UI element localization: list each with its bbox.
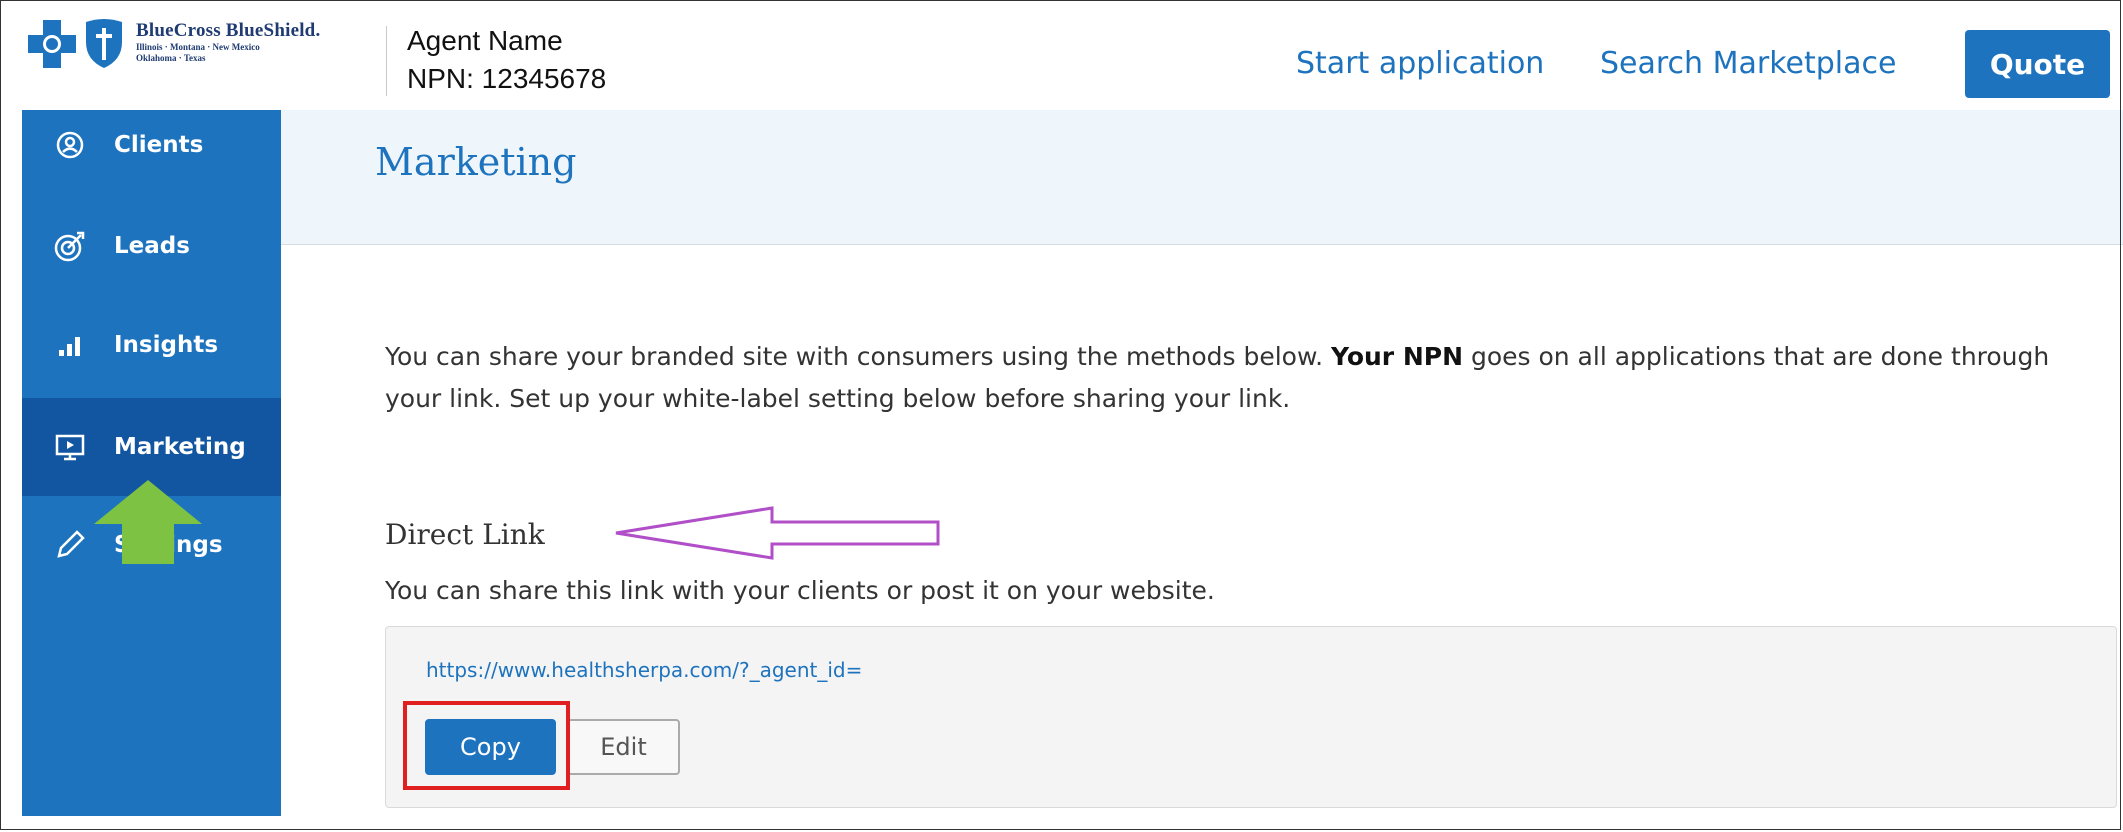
user-circle-icon [52,127,88,163]
blue-cross-icon [26,18,78,70]
top-header: BlueCross BlueShield. Illinois · Montana… [0,0,2123,110]
sidebar-item-insights[interactable]: Insights [22,296,281,394]
target-icon [52,228,88,264]
logo-subtitle-1: Illinois · Montana · New Mexico [136,42,260,52]
agent-name: Agent Name [407,25,563,56]
sidebar-item-clients[interactable]: Clients [22,96,281,194]
sidebar-item-label: Clients [114,132,204,158]
search-marketplace-link[interactable]: Search Marketplace [1600,46,1896,81]
green-arrow-annotation [94,480,202,564]
direct-link-subtitle: You can share this link with your client… [385,576,1215,605]
blue-shield-icon [86,19,122,68]
page-title: Marketing [375,140,577,184]
bar-chart-icon [52,327,88,363]
purple-arrow-annotation [615,506,940,560]
sidebar: Clients Leads Insights Marketing Setting… [22,110,281,816]
pencil-icon [52,527,88,563]
red-highlight-annotation [403,701,570,790]
sidebar-item-leads[interactable]: Leads [22,197,281,295]
intro-part-1: You can share your branded site with con… [385,342,1332,371]
direct-link-title: Direct Link [385,518,545,551]
sidebar-item-label: Leads [114,233,190,259]
quote-button[interactable]: Quote [1965,30,2110,98]
agent-npn: NPN: 12345678 [407,63,607,94]
header-divider [386,26,387,96]
intro-bold: Your NPN [1331,342,1463,371]
start-application-link[interactable]: Start application [1296,46,1544,81]
direct-link-box [385,626,2117,808]
sidebar-item-label: Marketing [114,434,246,460]
sidebar-item-label: Insights [114,332,219,358]
intro-text: You can share your branded site with con… [385,336,2095,420]
logo-title: BlueCross BlueShield. [136,20,321,41]
edit-button[interactable]: Edit [567,719,680,775]
agent-info: Agent Name NPN: 12345678 [407,22,606,98]
monitor-icon [52,429,88,465]
direct-link-url[interactable]: https://www.healthsherpa.com/?_agent_id= [426,658,862,682]
logo-subtitle-2: Oklahoma · Texas [136,53,206,63]
bcbs-logo[interactable]: BlueCross BlueShield. Illinois · Montana… [26,18,320,70]
